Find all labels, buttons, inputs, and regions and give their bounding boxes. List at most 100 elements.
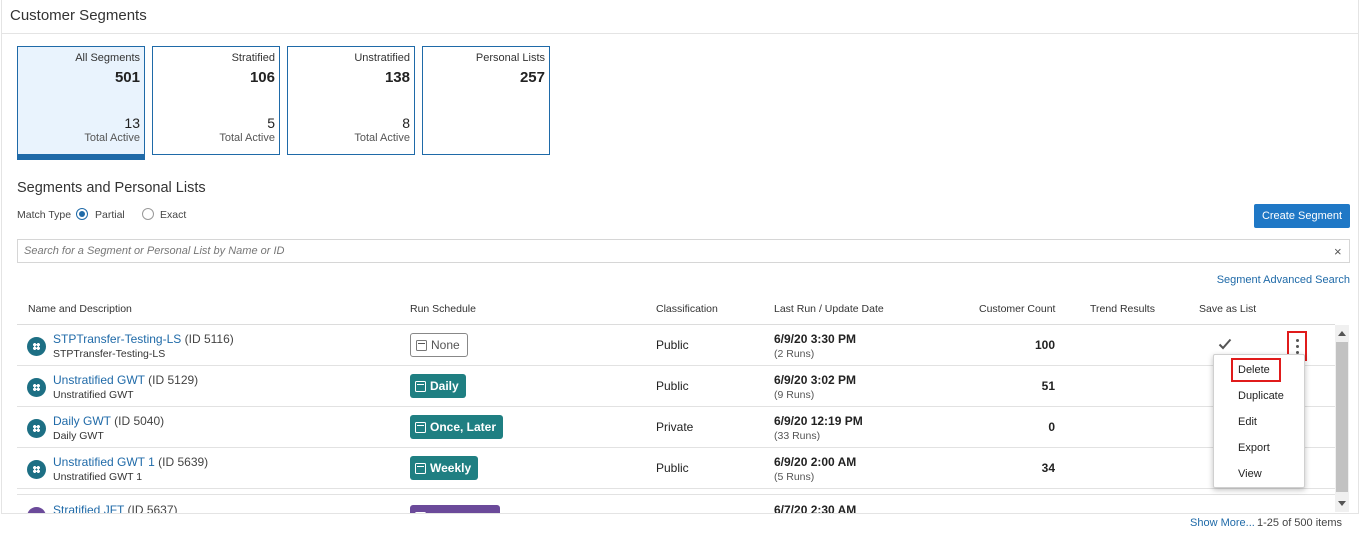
schedule-label: Weekly xyxy=(430,461,472,475)
schedule-badge[interactable]: Once, Later xyxy=(410,415,504,439)
menu-item-delete[interactable]: Delete xyxy=(1231,358,1281,382)
segment-icon xyxy=(27,378,46,397)
last-run-date: 6/7/20 2:30 AM xyxy=(774,503,857,513)
card-active-count: 5 xyxy=(267,115,275,131)
run-count: (2 Runs) xyxy=(774,348,815,360)
run-count: (5 Runs) xyxy=(774,471,815,483)
section-title: Segments and Personal Lists xyxy=(17,180,206,196)
card-active-count: 8 xyxy=(402,115,410,131)
schedule-label: Once, Later xyxy=(430,420,497,434)
title-divider xyxy=(1,33,1359,34)
schedule-badge[interactable]: Daily xyxy=(410,374,466,398)
schedule-label: Daily xyxy=(430,379,459,393)
pagination-count: 1-25 of 500 items xyxy=(1257,517,1342,529)
customer-count: 51 xyxy=(1041,379,1055,393)
last-run-date: 6/9/20 3:02 PM xyxy=(774,373,857,387)
last-run-date: 6/9/20 12:19 PM xyxy=(774,414,863,428)
scroll-thumb[interactable] xyxy=(1336,342,1348,492)
menu-item-export[interactable]: Export xyxy=(1238,442,1270,454)
card-personal-lists[interactable]: Personal Lists 257 xyxy=(422,46,550,155)
search-input[interactable] xyxy=(17,239,1350,263)
clear-icon[interactable]: × xyxy=(1334,244,1342,259)
card-all-segments[interactable]: All Segments 501 13 Total Active xyxy=(17,46,145,160)
calendar-icon xyxy=(415,511,426,513)
col-run-schedule[interactable]: Run Schedule xyxy=(410,303,476,315)
table-row[interactable]: Daily GWT (ID 5040) Daily GWT Once, Late… xyxy=(17,407,1335,448)
calendar-icon xyxy=(415,380,426,392)
card-label: All Segments xyxy=(75,52,140,64)
schedule-badge[interactable]: None xyxy=(410,333,468,357)
card-label: Personal Lists xyxy=(475,52,545,64)
last-run-date: 6/9/20 3:30 PM xyxy=(774,332,857,346)
segment-id: (ID 5040) xyxy=(114,414,165,428)
segment-name-link[interactable]: Unstratified GWT 1 xyxy=(53,455,155,469)
col-trend-results[interactable]: Trend Results xyxy=(1090,303,1155,315)
table-row[interactable]: Unstratified GWT (ID 5129) Unstratified … xyxy=(17,366,1335,407)
segment-id: (ID 5639) xyxy=(158,455,209,469)
segment-id: (ID 5116) xyxy=(184,332,234,346)
schedule-badge[interactable] xyxy=(410,505,500,513)
classification: Public xyxy=(656,461,689,475)
card-unstratified[interactable]: Unstratified 138 8 Total Active xyxy=(287,46,415,155)
segment-name-link[interactable]: Unstratified GWT xyxy=(53,373,145,387)
card-total: 501 xyxy=(114,69,140,86)
scroll-down-icon[interactable] xyxy=(1338,501,1346,506)
create-segment-button[interactable]: Create Segment xyxy=(1254,204,1350,228)
card-total: 257 xyxy=(519,69,545,86)
radio-partial-label: Partial xyxy=(95,209,125,221)
table-scrollbar[interactable] xyxy=(1335,325,1349,512)
classification: Private xyxy=(656,420,694,434)
segment-description: Daily GWT xyxy=(53,430,104,442)
menu-item-edit[interactable]: Edit xyxy=(1238,416,1257,428)
segment-icon xyxy=(27,337,46,356)
run-count: (33 Runs) xyxy=(774,430,821,442)
table-row-clipped[interactable]: Stratified JFT (ID 5637) 6/7/20 2:30 AM xyxy=(17,494,1335,513)
customer-count: 0 xyxy=(1048,420,1055,434)
menu-item-view[interactable]: View xyxy=(1238,468,1262,480)
menu-item-duplicate[interactable]: Duplicate xyxy=(1238,390,1284,402)
table-row[interactable]: Unstratified GWT 1 (ID 5639) Unstratifie… xyxy=(17,448,1335,489)
col-save-as-list[interactable]: Save as List xyxy=(1199,303,1256,315)
col-last-run[interactable]: Last Run / Update Date xyxy=(774,303,884,315)
segment-icon xyxy=(27,507,46,513)
card-active-label: Total Active xyxy=(84,132,140,144)
segment-name: STPTransfer-Testing-LS (ID 5116) xyxy=(53,332,234,346)
segment-name: Unstratified GWT (ID 5129) xyxy=(53,373,198,387)
card-active-label: Total Active xyxy=(354,132,410,144)
schedule-label: None xyxy=(431,338,460,352)
scroll-up-icon[interactable] xyxy=(1338,331,1346,336)
card-total: 138 xyxy=(384,69,410,86)
segment-id: (ID 5637) xyxy=(127,503,178,513)
segment-description: Unstratified GWT xyxy=(53,389,134,401)
calendar-icon xyxy=(415,462,426,474)
segment-description: Unstratified GWT 1 xyxy=(53,471,143,483)
calendar-icon xyxy=(416,339,427,351)
segment-icon xyxy=(27,460,46,479)
checkmark-icon xyxy=(1218,338,1232,350)
segment-name-link[interactable]: Stratified JFT xyxy=(53,503,124,513)
segment-name: Daily GWT (ID 5040) xyxy=(53,414,164,428)
card-total: 106 xyxy=(249,69,275,86)
segment-name: Stratified JFT (ID 5637) xyxy=(53,503,178,513)
card-label: Unstratified xyxy=(354,52,410,64)
show-more-link[interactable]: Show More... xyxy=(1190,517,1255,529)
col-customer-count[interactable]: Customer Count xyxy=(979,303,1055,315)
run-count: (9 Runs) xyxy=(774,389,815,401)
table-row[interactable]: STPTransfer-Testing-LS (ID 5116) STPTran… xyxy=(17,325,1335,366)
segment-name-link[interactable]: STPTransfer-Testing-LS xyxy=(53,332,181,346)
card-active-label: Total Active xyxy=(219,132,275,144)
classification: Public xyxy=(656,379,689,393)
schedule-badge[interactable]: Weekly xyxy=(410,456,479,480)
col-name[interactable]: Name and Description xyxy=(28,303,132,315)
card-active-count: 13 xyxy=(124,115,140,131)
advanced-search-link[interactable]: Segment Advanced Search xyxy=(1217,274,1350,286)
col-classification[interactable]: Classification xyxy=(656,303,718,315)
card-stratified[interactable]: Stratified 106 5 Total Active xyxy=(152,46,280,155)
segment-name-link[interactable]: Daily GWT xyxy=(53,414,111,428)
row-actions-menu: Delete Duplicate Edit Export View xyxy=(1213,354,1305,488)
radio-partial[interactable] xyxy=(76,208,88,220)
more-actions-icon[interactable] xyxy=(1287,505,1307,513)
radio-exact[interactable] xyxy=(142,208,154,220)
segment-description: STPTransfer-Testing-LS xyxy=(53,348,166,360)
segment-icon xyxy=(27,419,46,438)
